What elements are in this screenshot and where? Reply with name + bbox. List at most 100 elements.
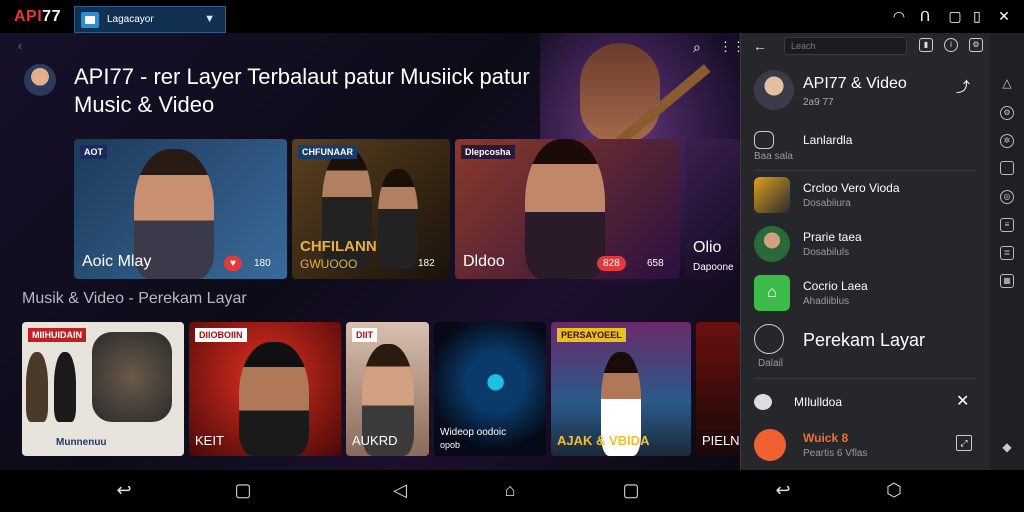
app-selector-dropdown[interactable]: Lagacayor ▼: [74, 6, 226, 33]
panel-item-cocrio[interactable]: ⌂ Cocrio Laea Ahadiiblus: [754, 275, 976, 315]
status-bar: API77 Lagacayor ▼ ◠ ᑎ ▢ ▯ ✕: [0, 0, 1024, 33]
panel-avatar[interactable]: [754, 70, 794, 110]
featured-card[interactable]: AOT Aoic Mlay ♥ 180: [74, 139, 287, 279]
card-subtitle: Dapoone: [693, 262, 734, 273]
channel-avatar[interactable]: [24, 64, 56, 96]
panel-item-subtitle: Baa sala: [754, 151, 793, 162]
record-icon: [754, 324, 784, 354]
thumb-tag: MIIHUIDAIN: [28, 328, 86, 342]
settings-icon[interactable]: ⚙: [1000, 106, 1014, 120]
list-icon[interactable]: ≣: [1000, 246, 1014, 260]
video-thumbnail[interactable]: PIELN: [696, 322, 740, 456]
panel-title: API77 & Video: [803, 75, 907, 92]
app-title: API77: [14, 8, 61, 25]
camera-icon: [754, 131, 774, 149]
thumb-tag: PERSAYOEEL: [557, 328, 626, 342]
video-thumbnail[interactable]: PERSAYOEEL AJAK & VBIDA: [551, 322, 691, 456]
grid-icon[interactable]: ⋮⋮: [719, 39, 740, 55]
featured-card[interactable]: Dlepcosha Dldoo 828 658: [455, 139, 680, 279]
thumb-tag: DIIOBOIIN: [195, 328, 247, 342]
square-icon[interactable]: ▢: [946, 8, 964, 25]
card-tag: Dlepcosha: [461, 145, 515, 159]
headset-icon[interactable]: ᑎ: [916, 8, 934, 25]
phone-icon[interactable]: ▯: [968, 8, 986, 25]
video-thumbnail[interactable]: Wideop oodoic opob: [434, 322, 546, 456]
side-panel: ← Leach ▮ i ⚙ API77 & Video 2a9 77 ⤴ Lan…: [740, 33, 990, 470]
back-arrow-icon[interactable]: ‹: [18, 39, 22, 53]
rotate-icon[interactable]: ⬡: [882, 480, 906, 501]
thumb-subtitle: opob: [440, 440, 461, 450]
thumb-title: AUKRD: [352, 433, 398, 448]
video-thumbnail[interactable]: DIIOBOIIN KEIT: [189, 322, 341, 456]
diamond-icon[interactable]: ◆: [1000, 441, 1014, 455]
close-icon[interactable]: ✕: [956, 391, 969, 411]
screen-record-icon: ⌂: [754, 275, 790, 311]
back-arrow-icon[interactable]: ←: [753, 38, 767, 54]
panel-item-title: Perekam Layar: [803, 330, 926, 350]
thumb-title: KEIT: [195, 433, 224, 448]
settings-icon[interactable]: ⚙: [969, 38, 983, 52]
thumb-title: Wideop oodoic: [440, 427, 507, 438]
card-title: Olio: [693, 239, 722, 256]
panel-item-title: Prarie taea: [803, 230, 862, 244]
panel-item-video[interactable]: Crcloo Vero Vioda Dosabiiura: [754, 177, 976, 217]
right-rail: △ ⚙ ✲ ◎ ≡ ≣ ▦ ◆: [990, 33, 1024, 470]
square-icon[interactable]: [1000, 161, 1014, 175]
page-title: API77 - rer Layer Terbalaut patur Musiic…: [74, 64, 530, 117]
selector-label: Lagacayor: [107, 14, 154, 25]
featured-card[interactable]: Olio Dapoone: [685, 139, 740, 279]
mini-player[interactable]: MIlulldoa ✕: [754, 391, 976, 415]
card-tag: AOT: [80, 145, 107, 159]
back-icon[interactable]: ↩: [112, 480, 136, 501]
globe-icon[interactable]: ◎: [1000, 190, 1014, 204]
thumb-title: AJAK & VBIDA: [557, 433, 650, 448]
back-arrow-icon[interactable]: ◁: [388, 480, 412, 501]
card-count: 180: [254, 258, 271, 269]
thumb-tag: DIIT: [352, 328, 377, 342]
panel-item-title: Wuick 8: [803, 431, 849, 445]
video-thumbnail[interactable]: DIIT AUKRD: [346, 322, 429, 456]
card-subtitle: GWUOOO: [300, 257, 358, 271]
artist-avatar: [754, 226, 790, 262]
close-icon[interactable]: ✕: [995, 8, 1013, 25]
section-title: Musik & Video - Perekam Layar: [22, 290, 247, 307]
card-title: Dldoo: [463, 253, 505, 270]
wifi-icon: ◠: [892, 8, 906, 24]
panel-item-subtitle: Dalail: [758, 358, 784, 369]
featured-card[interactable]: CHFUNAAR CHFILANN GWUOOO 182: [292, 139, 450, 279]
panel-item-perekam-layar[interactable]: Perekam Layar Dalail: [754, 322, 976, 369]
panel-item-title: Cocrio Laea: [803, 279, 868, 293]
panel-item-subtitle: Dosabiluls: [803, 247, 850, 258]
panel-item-subtitle: Peartis 6 Vflas: [803, 448, 868, 459]
app-logo-icon: [81, 11, 99, 28]
search-input[interactable]: Leach: [784, 37, 907, 55]
panel-item-prarie[interactable]: Prarie taea Dosabiluls: [754, 226, 976, 266]
share-icon[interactable]: ⤴: [956, 77, 970, 97]
recents-icon[interactable]: ▢: [231, 480, 255, 501]
back-icon[interactable]: ↩: [771, 480, 795, 501]
card-badge: 828: [597, 256, 626, 271]
expand-icon[interactable]: ⤢: [956, 435, 972, 451]
info-icon[interactable]: i: [944, 38, 958, 52]
panel-item-wuick[interactable]: Wuick 8 Peartis 6 Vflas ⤢: [754, 429, 976, 463]
card-tag: CHFUNAAR: [298, 145, 357, 159]
panel-item-title: Lanlardla: [803, 133, 853, 147]
home-icon[interactable]: ⌂: [498, 480, 522, 501]
chart-icon[interactable]: ▦: [1000, 274, 1014, 288]
panel-item-subtitle: Ahadiiblus: [803, 296, 850, 307]
search-icon[interactable]: ⌕: [693, 39, 701, 56]
chevron-down-icon: ▼: [204, 13, 215, 25]
like-badge: ♥: [224, 256, 242, 271]
overview-icon[interactable]: ▢: [619, 480, 643, 501]
warning-icon[interactable]: △: [1000, 77, 1014, 91]
gear-icon[interactable]: ✲: [1000, 134, 1014, 148]
panel-subtitle: 2a9 77: [803, 97, 834, 108]
panel-item-title: Crcloo Vero Vioda: [803, 181, 900, 195]
video-thumbnail[interactable]: MIIHUIDAIN Munnenuu: [22, 322, 184, 456]
document-icon[interactable]: ≡: [1000, 218, 1014, 232]
mini-player-title: MIlulldoa: [794, 395, 843, 409]
app-icon: [754, 429, 786, 461]
panel-item-lanlardla[interactable]: Lanlardla Baa sala: [754, 129, 976, 165]
bookmark-icon[interactable]: ▮: [919, 38, 933, 52]
panel-item-subtitle: Dosabiiura: [803, 198, 851, 209]
